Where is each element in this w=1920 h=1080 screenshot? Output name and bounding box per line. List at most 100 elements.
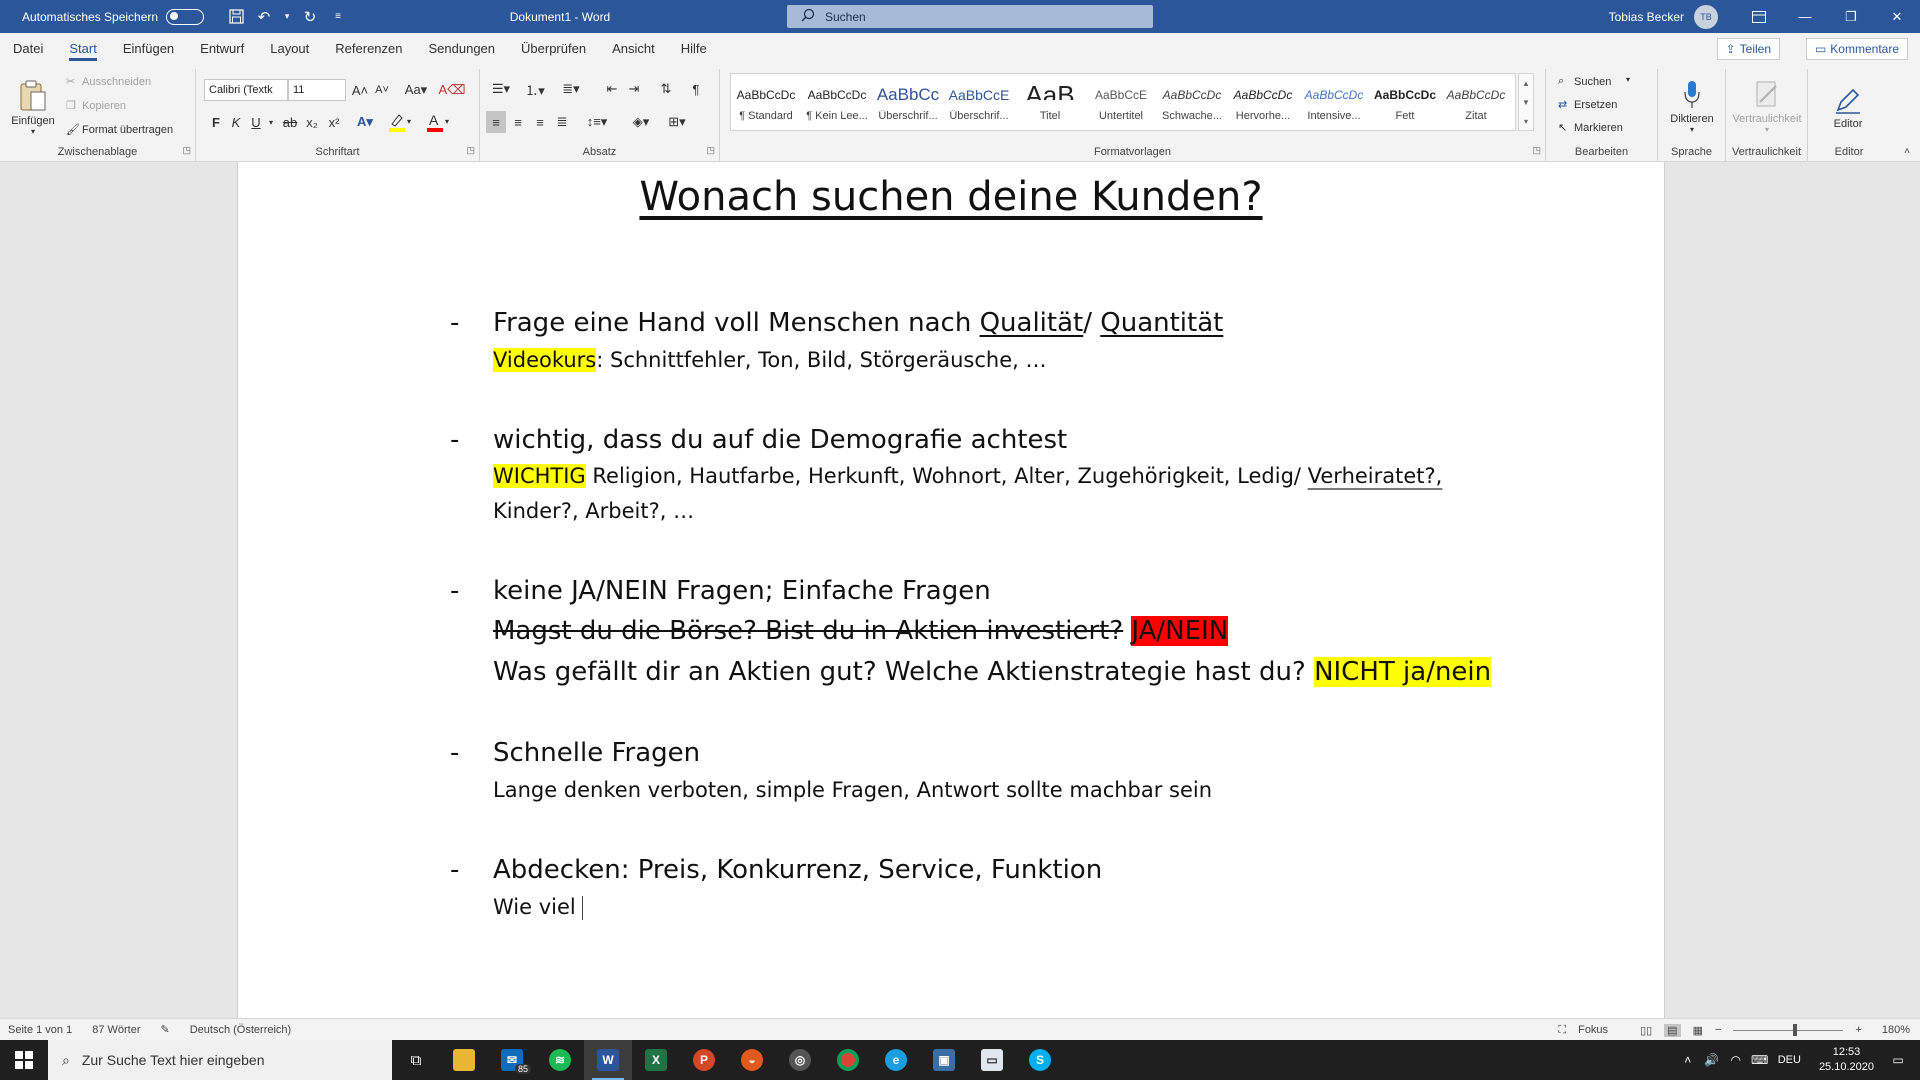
style-kein-leerraum[interactable]: AaBbCcDc ¶ Kein Lee... — [802, 74, 872, 130]
redo-icon[interactable]: ↻ — [300, 7, 320, 27]
zoom-in-icon[interactable]: + — [1855, 1024, 1861, 1036]
style-heading-2[interactable]: AaBbCcE Überschrif... — [944, 74, 1014, 130]
clear-formatting-icon[interactable]: A⌫ — [438, 80, 465, 100]
input-language[interactable]: DEU — [1778, 1054, 1801, 1066]
borders-icon[interactable]: ⊞▾ — [662, 111, 692, 133]
tab-ansicht[interactable]: Ansicht — [599, 33, 668, 65]
tray-overflow-icon[interactable]: ˄ — [1676, 1053, 1700, 1067]
zoom-out-icon[interactable]: − — [1715, 1024, 1721, 1036]
clipboard-launcher-icon[interactable]: ◳ — [182, 145, 191, 156]
superscript-icon[interactable]: x² — [324, 111, 344, 133]
bold-button[interactable]: F — [206, 111, 226, 133]
zoom-slider[interactable] — [1733, 1023, 1844, 1036]
autosave-toggle[interactable] — [166, 8, 205, 25]
word-count[interactable]: 87 Wörter — [92, 1024, 140, 1036]
app-icon-window[interactable]: ▭ — [968, 1040, 1016, 1080]
tab-start[interactable]: Start — [56, 33, 109, 65]
restore-icon[interactable]: ❐ — [1828, 0, 1874, 33]
underline-dropdown-icon[interactable]: ▾ — [266, 111, 276, 133]
tab-layout[interactable]: Layout — [257, 33, 322, 65]
zoom-level[interactable]: 180% — [1882, 1024, 1910, 1036]
sensitivity-button[interactable]: Vertraulichkeit ▾ — [1728, 73, 1806, 141]
search-box[interactable]: Suchen — [787, 5, 1153, 28]
volume-icon[interactable]: 🔊 — [1700, 1053, 1724, 1067]
shrink-font-icon[interactable]: A˅ — [372, 80, 392, 100]
print-layout-icon[interactable]: ▤ — [1664, 1023, 1681, 1037]
show-formatting-icon[interactable]: ¶ — [686, 79, 706, 99]
excel-icon[interactable]: X — [632, 1040, 680, 1080]
powerpoint-icon[interactable]: P — [680, 1040, 728, 1080]
tab-ueberpruefen[interactable]: Überprüfen — [508, 33, 599, 65]
select-button[interactable]: Markieren — [1574, 122, 1623, 134]
tab-hilfe[interactable]: Hilfe — [668, 33, 720, 65]
increase-indent-icon[interactable]: ⇥ — [624, 79, 644, 99]
clock[interactable]: 12:53 25.10.2020 — [1819, 1045, 1874, 1075]
shading-icon[interactable]: ◈▾ — [626, 111, 656, 133]
task-view-icon[interactable]: ⧉ — [392, 1040, 440, 1080]
document-page[interactable]: Wonach suchen deine Kunden? - Frage eine… — [237, 162, 1665, 1018]
file-explorer-icon[interactable] — [440, 1040, 488, 1080]
multilevel-list-icon[interactable]: ≣▾ — [556, 79, 586, 99]
style-standard[interactable]: AaBbCcDc ¶ Standard — [731, 74, 801, 130]
zoom-slider-thumb[interactable] — [1793, 1023, 1798, 1036]
find-button[interactable]: Suchen — [1574, 76, 1611, 88]
style-heading-1[interactable]: AaBbCc Überschrif... — [873, 74, 943, 130]
word-icon[interactable]: W — [584, 1040, 632, 1080]
sort-icon[interactable]: ⇅ — [656, 79, 676, 99]
taskbar-search[interactable]: ⌕ Zur Suche Text hier eingeben — [48, 1040, 392, 1080]
page-count[interactable]: Seite 1 von 1 — [8, 1024, 72, 1036]
grow-font-icon[interactable]: A˄ — [350, 80, 370, 100]
edge-icon[interactable]: e — [872, 1040, 920, 1080]
line-spacing-icon[interactable]: ↕≡▾ — [582, 111, 612, 133]
decrease-indent-icon[interactable]: ⇤ — [602, 79, 622, 99]
minimize-icon[interactable]: — — [1782, 0, 1828, 33]
app-icon-blue[interactable]: ▣ — [920, 1040, 968, 1080]
change-case-icon[interactable]: Aa▾ — [402, 80, 430, 100]
spotify-icon[interactable]: ≋ — [536, 1040, 584, 1080]
underline-button[interactable]: U — [246, 111, 266, 133]
paragraph-launcher-icon[interactable]: ◳ — [706, 145, 715, 156]
tab-entwurf[interactable]: Entwurf — [187, 33, 257, 65]
read-mode-icon[interactable]: ▯▯ — [1640, 1024, 1652, 1037]
style-title[interactable]: AaB Titel — [1015, 74, 1085, 130]
web-layout-icon[interactable]: ▦ — [1693, 1024, 1703, 1037]
italic-button[interactable]: K — [226, 111, 246, 133]
tab-referenzen[interactable]: Referenzen — [322, 33, 415, 65]
style-subtle-emphasis[interactable]: AaBbCcDc Schwache... — [1157, 74, 1227, 130]
close-icon[interactable]: ✕ — [1874, 0, 1920, 33]
wifi-icon[interactable]: ◠ — [1724, 1053, 1748, 1067]
font-color-icon[interactable]: A ▾ — [424, 111, 454, 133]
subscript-icon[interactable]: x₂ — [302, 111, 322, 133]
focus-button[interactable]: Fokus — [1578, 1024, 1608, 1036]
font-launcher-icon[interactable]: ◳ — [466, 145, 475, 156]
user-name[interactable]: Tobias Becker — [1609, 10, 1684, 24]
comments-button[interactable]: ▭ Kommentare — [1805, 38, 1908, 60]
style-quote[interactable]: AaBbCcDc Zitat — [1441, 74, 1511, 130]
undo-icon[interactable]: ↶ — [254, 7, 274, 27]
style-subtitle[interactable]: AaBbCcE Untertitel — [1086, 74, 1156, 130]
ribbon-display-options-icon[interactable] — [1736, 0, 1782, 33]
justify-icon[interactable]: ≣ — [552, 111, 572, 133]
align-left-icon[interactable]: ≡ — [486, 111, 506, 133]
language-indicator[interactable]: Deutsch (Österreich) — [190, 1024, 291, 1036]
mail-icon[interactable]: ✉ 85 — [488, 1040, 536, 1080]
grammar-flag-verheiratet[interactable]: Verheiratet?, — [1308, 464, 1443, 488]
highlight-color-icon[interactable]: ▾ — [386, 111, 416, 133]
skype-icon[interactable]: S — [1016, 1040, 1064, 1080]
undo-dropdown-icon[interactable]: ▾ — [282, 7, 292, 27]
editor-button[interactable]: Editor — [1818, 73, 1878, 141]
style-emphasis[interactable]: AaBbCcDc Hervorhe... — [1228, 74, 1298, 130]
bullets-icon[interactable]: ☰▾ — [486, 79, 516, 99]
cut-button[interactable]: Ausschneiden — [82, 76, 151, 88]
notifications-icon[interactable]: ▭ — [1886, 1053, 1910, 1067]
chrome-icon[interactable] — [824, 1040, 872, 1080]
share-button[interactable]: ⇪ Teilen — [1716, 38, 1780, 60]
numbering-icon[interactable]: ⒈▾ — [520, 79, 550, 99]
app-icon-orange[interactable]: ◒ — [728, 1040, 776, 1080]
font-size-select[interactable]: 11 — [288, 79, 346, 101]
keyboard-icon[interactable]: ⌨ — [1748, 1053, 1772, 1067]
app-icon-dark[interactable]: ◎ — [776, 1040, 824, 1080]
copy-button[interactable]: Kopieren — [82, 100, 126, 112]
tab-datei[interactable]: Datei — [0, 33, 56, 65]
customize-toolbar-icon[interactable]: ≡ — [328, 7, 348, 27]
